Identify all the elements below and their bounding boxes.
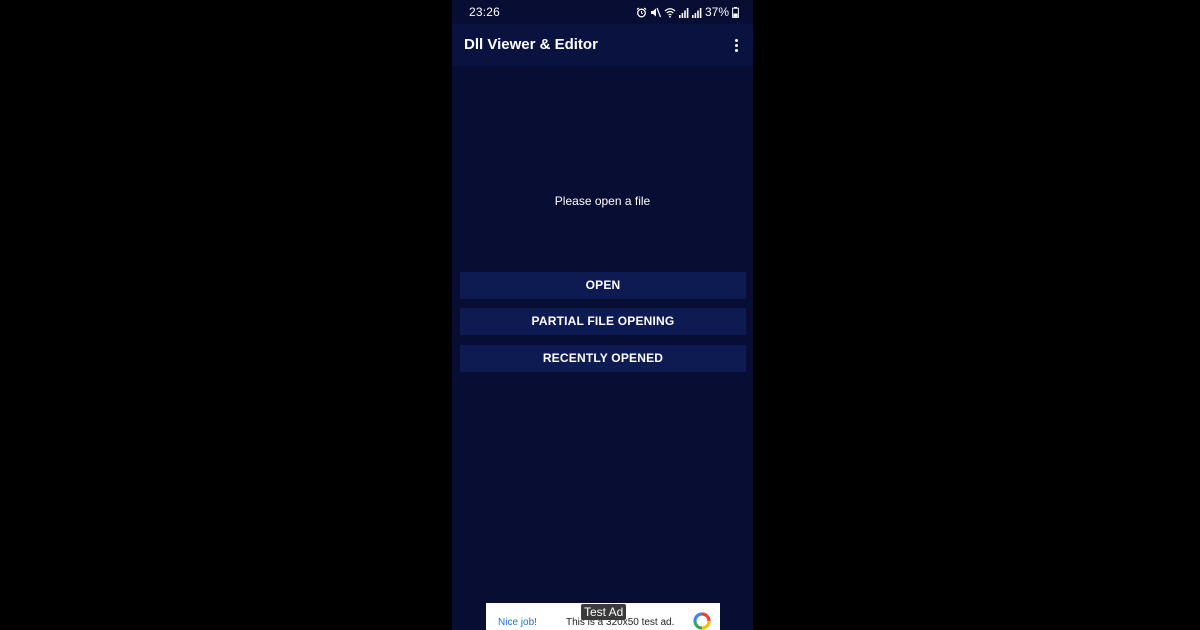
status-time: 23:26 [469,5,501,19]
more-vert-icon [734,38,738,42]
alarm-icon [636,7,647,18]
signal-icon [691,7,702,18]
recently-opened-button[interactable]: RECENTLY OPENED [460,345,746,372]
mute-icon [650,7,661,18]
battery-level: 37% [704,5,729,19]
wifi-icon [664,7,676,18]
partial-file-opening-button[interactable]: PARTIAL FILE OPENING [460,308,746,335]
signal-icon [678,7,689,18]
test-ad-label: Test Ad [581,604,627,620]
phone-screen: 23:26 37% Dll Viewer & Editor Please ope… [452,0,753,630]
empty-state-message: Please open a file [554,194,651,208]
more-vert-icon-dot [734,43,738,47]
more-options-button[interactable] [727,33,745,57]
app-bar: Dll Viewer & Editor [452,24,753,66]
battery-icon [732,6,739,18]
ad-nice-job-text: Nice job! [498,617,537,628]
more-vert-icon-dot [734,48,738,52]
app-title: Dll Viewer & Editor [464,36,598,53]
status-icons: 37% [636,4,739,20]
ad-logo-icon [693,612,711,630]
open-button[interactable]: OPEN [460,272,746,299]
status-bar: 23:26 37% [452,0,753,24]
